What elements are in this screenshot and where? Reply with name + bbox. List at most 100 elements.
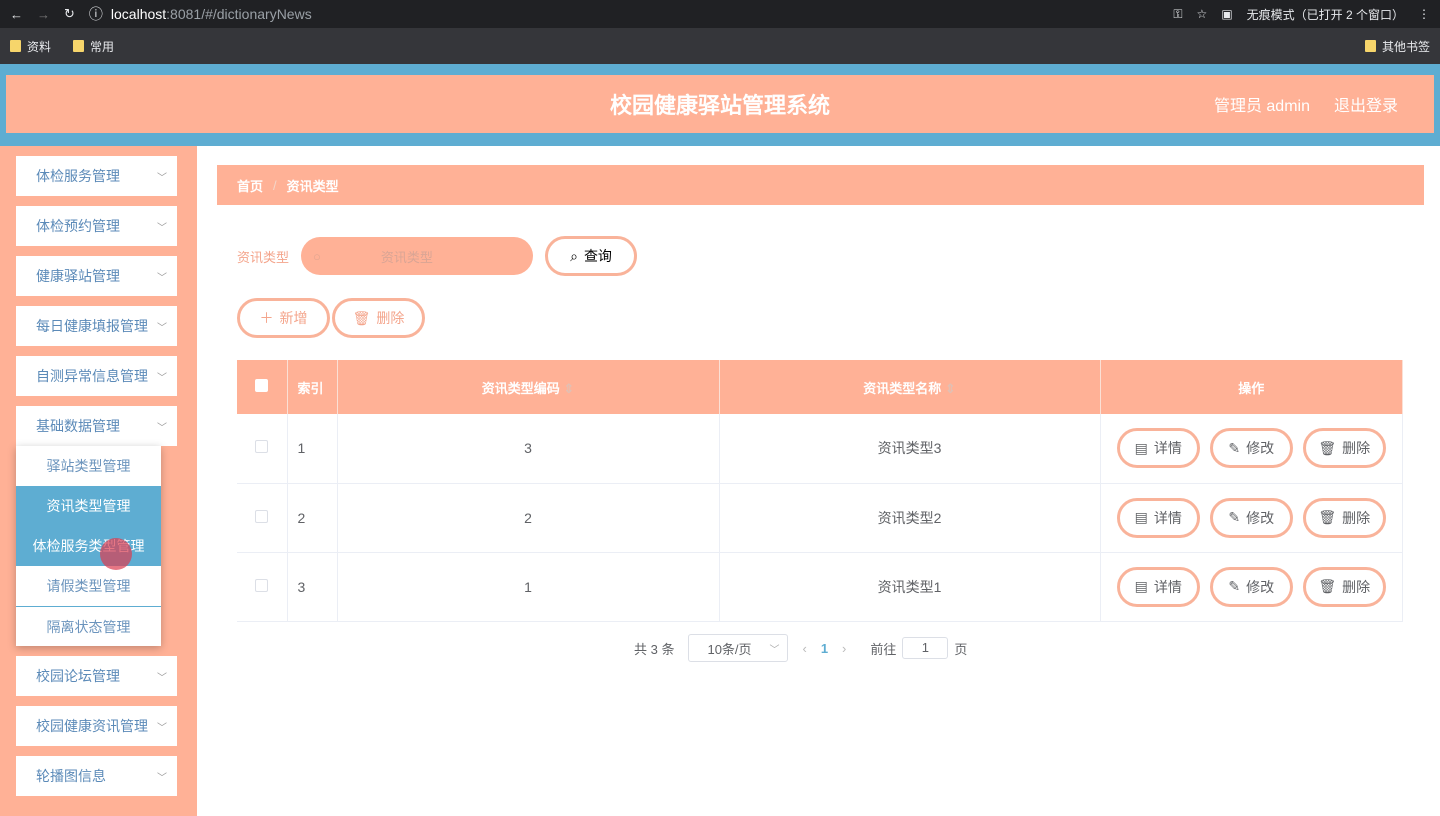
edit-button[interactable]: ✎ 修改 — [1209, 497, 1293, 538]
row-select-cell — [237, 414, 288, 484]
pagination: 共 3 条 10条/页 ﹀ ‹ 1 › 前往 1 页 — [634, 634, 967, 662]
row-checkbox[interactable] — [255, 509, 269, 523]
bookmark-label: 常用 — [90, 39, 115, 54]
folder-icon — [1364, 40, 1376, 52]
reload-icon[interactable]: ↻ — [64, 6, 75, 22]
submenu-item-hover[interactable]: 体检服务类型管理 — [16, 526, 161, 566]
edit-button[interactable]: ✎ 修改 — [1209, 428, 1293, 469]
page-number-current[interactable]: 1 — [821, 641, 828, 656]
menu-item[interactable]: 健康驿站管理 ﹀ — [16, 256, 177, 296]
address-bar[interactable]: ⓘ localhost:8081/#/dictionaryNews — [89, 4, 1160, 24]
menu-label: 校园健康资讯管理 — [36, 718, 148, 734]
menu-label: 每日健康填报管理 — [36, 318, 148, 334]
query-button[interactable]: ⌕ 查询 — [545, 236, 638, 276]
bookmarks-bar: 资料 常用 其他书签 — [0, 28, 1440, 64]
menu-item[interactable]: 自测异常信息管理 ﹀ — [16, 356, 177, 396]
query-label: 查询 — [583, 248, 612, 264]
edit-label: 修改 — [1246, 509, 1275, 526]
delete-label: 删除 — [1342, 578, 1371, 595]
bookmark-folder[interactable]: 常用 — [73, 38, 114, 55]
browser-toolbar: ← → ↻ ⓘ localhost:8081/#/dictionaryNews … — [0, 0, 1440, 28]
key-icon[interactable]: ⚿ — [1173, 7, 1182, 22]
other-bookmarks[interactable]: 其他书签 — [1364, 38, 1430, 55]
menu-icon[interactable]: ⋮ — [1418, 7, 1430, 21]
column-header-name[interactable]: 资讯类型名称 ⇕ — [719, 360, 1101, 414]
row-delete-button[interactable]: 🗑 删除 — [1302, 428, 1386, 469]
menu-item[interactable]: 校园健康资讯管理 ﹀ — [16, 706, 177, 746]
detail-button[interactable]: ▤ 详情 — [1116, 428, 1200, 469]
menu-item[interactable]: 每日健康填报管理 ﹀ — [16, 306, 177, 346]
url-host: localhost — [110, 6, 167, 22]
search-input[interactable]: ○ 资讯类型 — [301, 237, 534, 275]
goto-page-input[interactable]: 1 — [902, 637, 949, 659]
folder-icon — [10, 40, 21, 52]
menu-label: 自测异常信息管理 — [36, 368, 148, 384]
chevron-down-icon: ﹀ — [157, 672, 167, 684]
edit-label: 修改 — [1246, 578, 1275, 595]
chevron-down-icon: ﹀ — [157, 172, 167, 184]
menu-label: 基础数据管理 — [36, 418, 120, 434]
edit-button[interactable]: ✎ 修改 — [1209, 566, 1293, 607]
detail-button[interactable]: ▤ 详情 — [1116, 497, 1200, 538]
page-size-value: 10条/页 — [707, 641, 752, 657]
menu-item-basic-data[interactable]: 基础数据管理 ﹀ — [16, 406, 177, 446]
bookmark-folder[interactable]: 资料 — [10, 38, 51, 55]
submenu-item-active[interactable]: 资讯类型管理 — [16, 486, 161, 526]
breadcrumb-current: 资讯类型 — [286, 178, 339, 194]
menu-label: 体检服务管理 — [36, 168, 120, 184]
cursor-highlight — [100, 538, 132, 570]
trash-icon: 🗑 — [1318, 509, 1337, 525]
submenu-item[interactable]: 隔离状态管理 — [16, 606, 161, 646]
row-delete-button[interactable]: 🗑 删除 — [1302, 566, 1386, 607]
chevron-down-icon: ﹀ — [157, 772, 167, 784]
table-row: 1 3 资讯类型3 ▤ 详情 ✎ 修改 🗑 删除 — [237, 414, 1403, 484]
table-row: 2 2 资讯类型2 ▤ 详情 ✎ 修改 🗑 删除 — [237, 483, 1403, 553]
column-header-code[interactable]: 资讯类型编码 ⇕ — [337, 360, 720, 414]
back-icon[interactable]: ← — [10, 7, 23, 22]
page-size-select[interactable]: 10条/页 ﹀ — [688, 634, 789, 662]
incognito-label[interactable]: 无痕模式（已打开 2 个窗口） — [1247, 6, 1404, 23]
row-name: 资讯类型2 — [719, 483, 1101, 553]
row-name: 资讯类型1 — [719, 552, 1101, 622]
document-icon: ▤ — [1134, 439, 1148, 456]
sort-icon[interactable]: ⇕ — [563, 381, 574, 396]
delete-button[interactable]: 🗑 删除 — [332, 298, 425, 338]
row-code: 3 — [337, 414, 720, 484]
submenu-item[interactable]: 请假类型管理 — [16, 566, 161, 606]
row-select-cell — [237, 552, 288, 622]
add-button[interactable]: ＋ 新增 — [237, 298, 330, 338]
forward-icon[interactable]: → — [37, 7, 50, 22]
menu-item[interactable]: 轮播图信息 ﹀ — [16, 756, 177, 796]
bookmark-label: 资料 — [27, 39, 52, 54]
logout-link[interactable]: 退出登录 — [1334, 92, 1398, 116]
menu-item[interactable]: 体检预约管理 ﹀ — [16, 206, 177, 246]
plus-icon: ＋ — [259, 310, 274, 326]
detail-button[interactable]: ▤ 详情 — [1116, 566, 1200, 607]
submenu-item[interactable]: 驿站类型管理 — [16, 446, 161, 486]
next-page-icon[interactable]: › — [842, 641, 846, 656]
row-actions: ▤ 详情 ✎ 修改 🗑 删除 — [1100, 552, 1403, 622]
row-checkbox[interactable] — [255, 440, 269, 454]
header-label: 资讯类型名称 — [863, 380, 942, 396]
detail-label: 详情 — [1153, 440, 1182, 457]
menu-item[interactable]: 体检服务管理 ﹀ — [16, 156, 177, 196]
row-delete-button[interactable]: 🗑 删除 — [1302, 497, 1386, 538]
menu-label: 轮播图信息 — [36, 768, 106, 784]
trash-icon: 🗑 — [1318, 578, 1337, 594]
chevron-down-icon: ﹀ — [157, 322, 167, 334]
menu-item[interactable]: 校园论坛管理 ﹀ — [16, 656, 177, 696]
edit-icon: ✎ — [1228, 439, 1241, 456]
row-checkbox[interactable] — [255, 578, 269, 592]
star-icon[interactable]: ☆ — [1197, 7, 1208, 21]
sidepanel-icon[interactable]: ▣ — [1221, 7, 1232, 21]
breadcrumb-home[interactable]: 首页 — [237, 176, 263, 195]
select-all-checkbox[interactable] — [255, 379, 269, 392]
search-label: 资讯类型 — [237, 249, 290, 265]
main-content: 首页 / 资讯类型 资讯类型 ○ 资讯类型 ⌕ 查询 ＋ 新增 🗑 删除 索引 资讯类型… — [217, 146, 1424, 662]
prev-page-icon[interactable]: ‹ — [802, 641, 806, 656]
breadcrumb: 首页 / 资讯类型 — [217, 165, 1424, 205]
sort-icon[interactable]: ⇕ — [945, 381, 956, 396]
table-row: 3 1 资讯类型1 ▤ 详情 ✎ 修改 🗑 删除 — [237, 552, 1403, 622]
info-icon: ⓘ — [88, 6, 103, 22]
chevron-down-icon: ﹀ — [769, 644, 780, 656]
